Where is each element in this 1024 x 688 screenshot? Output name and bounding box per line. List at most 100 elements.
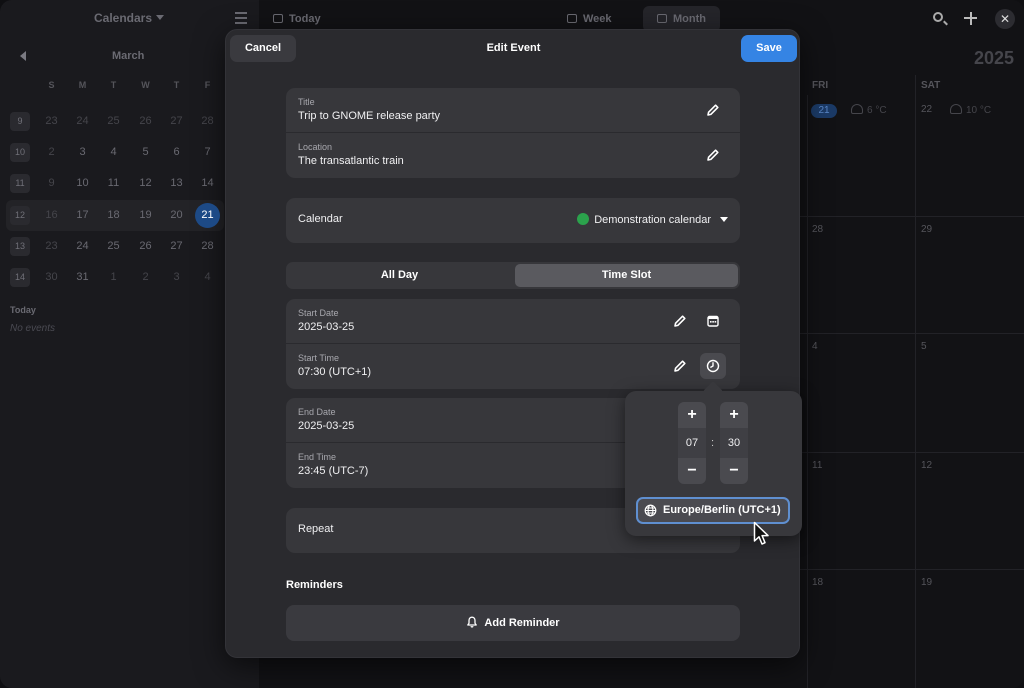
mini-day[interactable]: 18	[98, 200, 129, 231]
mini-day-today[interactable]: 21	[192, 200, 223, 231]
calendars-menu-label[interactable]: Calendars	[94, 11, 152, 25]
cell-number[interactable]: 11	[812, 460, 822, 471]
save-button[interactable]: Save	[741, 35, 797, 62]
time-mode-toggle: All Day Time Slot	[286, 262, 740, 289]
mini-day[interactable]: 19	[130, 200, 161, 231]
mini-day[interactable]: 2	[130, 262, 161, 293]
start-date-row[interactable]: Start Date 2025-03-25	[286, 299, 740, 344]
mini-day[interactable]: 7	[192, 137, 223, 168]
week-number: 13	[10, 237, 30, 256]
hamburger-menu-icon[interactable]	[235, 12, 247, 27]
cell-number[interactable]: 28	[812, 224, 823, 235]
calendar-row[interactable]: Calendar Demonstration calendar	[286, 198, 740, 243]
mini-day[interactable]: 26	[130, 231, 161, 262]
mini-day[interactable]: 12	[130, 168, 161, 199]
start-date-value[interactable]: 2025-03-25	[298, 321, 354, 333]
cell-number[interactable]: 19	[921, 577, 932, 588]
close-window-button[interactable]: ✕	[995, 9, 1015, 29]
mini-calendar-week: 9 23 24 25 26 27 28	[6, 106, 224, 137]
mini-day[interactable]: 31	[67, 262, 98, 293]
mini-day[interactable]: 24	[67, 106, 98, 137]
mini-day[interactable]: 3	[67, 137, 98, 168]
minute-value[interactable]: 30	[720, 428, 748, 458]
pencil-icon[interactable]	[673, 359, 687, 373]
cell-number[interactable]: 29	[921, 224, 932, 235]
mini-day[interactable]: 20	[161, 200, 192, 231]
previous-month-icon[interactable]	[20, 51, 26, 61]
mini-day[interactable]: 2	[36, 137, 67, 168]
pencil-icon[interactable]	[673, 314, 687, 328]
mini-day[interactable]: 26	[130, 106, 161, 137]
weekday-label: W	[141, 80, 150, 90]
mini-day[interactable]: 27	[161, 231, 192, 262]
mini-calendar-week: 13 23 24 25 26 27 28	[6, 231, 224, 262]
cell-number[interactable]: 5	[921, 341, 927, 352]
pencil-icon[interactable]	[706, 148, 720, 162]
mini-day[interactable]: 25	[98, 231, 129, 262]
location-row[interactable]: Location The transatlantic train	[286, 133, 740, 178]
mini-day[interactable]: 14	[192, 168, 223, 199]
cell-number[interactable]: 12	[921, 460, 932, 471]
year-label: 2025	[973, 48, 1014, 68]
start-date-label: Start Date	[298, 308, 339, 318]
mini-day[interactable]: 9	[36, 168, 67, 199]
mini-day[interactable]: 3	[161, 262, 192, 293]
add-icon[interactable]	[964, 11, 977, 25]
start-time-value[interactable]: 07:30 (UTC+1)	[298, 366, 371, 378]
minute-increment-button[interactable]: +	[720, 402, 748, 428]
minute-decrement-button[interactable]: −	[720, 458, 748, 484]
time-slot-toggle[interactable]: Time Slot	[515, 264, 738, 287]
week-number: 11	[10, 174, 30, 193]
add-reminder-button[interactable]: Add Reminder	[286, 605, 740, 641]
mini-day[interactable]: 4	[192, 262, 223, 293]
dialog-title: Edit Event	[486, 42, 541, 54]
calendar-dropdown[interactable]: Demonstration calendar	[577, 213, 728, 226]
mini-day[interactable]: 13	[161, 168, 192, 199]
cell-number[interactable]: 18	[812, 577, 823, 588]
time-picker-button[interactable]	[700, 353, 726, 379]
mini-day[interactable]: 16	[36, 200, 67, 231]
today-cell-number[interactable]: 21	[811, 104, 837, 118]
hour-spinner: + 07 −	[678, 402, 706, 484]
mini-day[interactable]: 28	[192, 106, 223, 137]
all-day-toggle[interactable]: All Day	[288, 264, 511, 287]
mini-day[interactable]: 11	[98, 168, 129, 199]
grid-divider	[915, 75, 916, 688]
cell-number[interactable]: 4	[812, 341, 818, 352]
mini-day[interactable]: 23	[36, 231, 67, 262]
hour-increment-button[interactable]: +	[678, 402, 706, 428]
pencil-icon[interactable]	[706, 103, 720, 117]
hour-decrement-button[interactable]: −	[678, 458, 706, 484]
mini-day[interactable]: 1	[98, 262, 129, 293]
mini-day[interactable]: 24	[67, 231, 98, 262]
title-row[interactable]: Title Trip to GNOME release party	[286, 88, 740, 133]
mini-day[interactable]: 10	[67, 168, 98, 199]
end-date-value[interactable]: 2025-03-25	[298, 420, 354, 432]
grid-divider	[800, 452, 1024, 453]
mini-day[interactable]: 30	[36, 262, 67, 293]
mini-day[interactable]: 6	[161, 137, 192, 168]
end-time-value[interactable]: 23:45 (UTC-7)	[298, 465, 368, 477]
cell-number[interactable]: 22	[921, 104, 932, 115]
mini-day[interactable]: 17	[67, 200, 98, 231]
start-time-row[interactable]: Start Time 07:30 (UTC+1)	[286, 344, 740, 389]
time-separator: :	[711, 437, 715, 449]
minute-spinner: + 30 −	[720, 402, 748, 484]
mini-day[interactable]: 28	[192, 231, 223, 262]
location-value[interactable]: The transatlantic train	[298, 155, 404, 167]
mini-day[interactable]: 27	[161, 106, 192, 137]
hour-value[interactable]: 07	[678, 428, 706, 458]
calendar-label: Calendar	[298, 213, 343, 225]
mini-day[interactable]: 4	[98, 137, 129, 168]
mini-day[interactable]: 23	[36, 106, 67, 137]
mini-day[interactable]: 25	[98, 106, 129, 137]
search-icon[interactable]	[933, 12, 943, 22]
week-button-label: Week	[583, 13, 612, 25]
mini-day[interactable]: 5	[130, 137, 161, 168]
mini-calendar-week: 10 2 3 4 5 6 7	[6, 137, 224, 168]
date-picker-button[interactable]	[700, 308, 726, 334]
title-value[interactable]: Trip to GNOME release party	[298, 110, 440, 122]
repeat-label: Repeat	[298, 523, 334, 535]
month-button-label: Month	[673, 13, 706, 25]
timezone-button[interactable]: Europe/Berlin (UTC+1)	[636, 497, 790, 524]
